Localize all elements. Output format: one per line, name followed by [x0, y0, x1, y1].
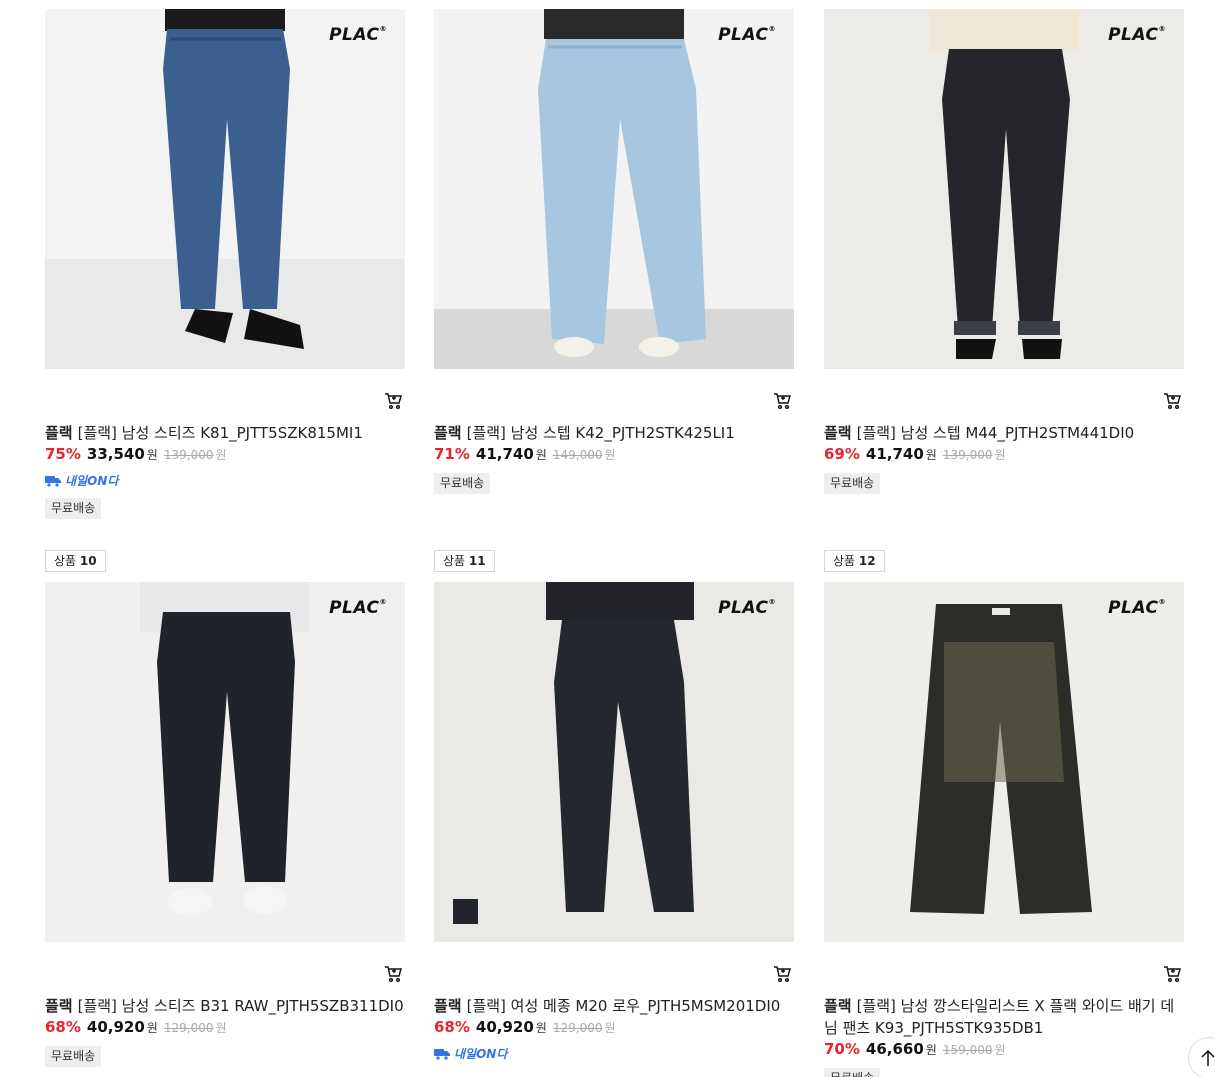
rank-badge: 상품 10	[45, 550, 106, 572]
color-swatch[interactable]	[453, 899, 478, 924]
cart-icon	[385, 393, 402, 409]
product-image[interactable]: PLAC®	[824, 582, 1184, 942]
product-image[interactable]: PLAC®	[45, 582, 405, 942]
rank-badge: 상품 12	[824, 550, 885, 572]
original-price: 129,000	[163, 1021, 214, 1035]
sale-price: 40,920	[86, 1018, 145, 1036]
original-price: 159,000	[942, 1043, 993, 1057]
free-shipping-badge: 무료배송	[824, 1068, 881, 1077]
product-card[interactable]: 상품 11 PLAC® 플랙 [플랙] 여성 메종 M20 로우_PJTH5MSM…	[434, 550, 794, 1061]
product-image[interactable]: PLAC®	[824, 9, 1184, 369]
product-title[interactable]: 플랙 [플랙] 여성 메종 M20 로우_PJTH5MSM201DI0	[434, 995, 794, 1017]
product-card[interactable]: 상품 10 PLAC® 플랙 [플랙] 남성 스티즈 B31 RAW_PJTH5S…	[45, 550, 405, 1067]
price-row: 68% 40,920 원 129,000 원	[45, 1018, 227, 1036]
product-image[interactable]: PLAC®	[434, 582, 794, 942]
original-price: 149,000	[552, 448, 603, 462]
rank-badge: 상품 11	[434, 550, 495, 572]
brand-logo: PLAC®	[1108, 25, 1166, 45]
product-card[interactable]: PLAC® 플랙 [플랙] 남성 스텝 M44_PJTH2STM441DI0 69…	[824, 9, 1184, 494]
original-price: 139,000	[942, 448, 993, 462]
product-image[interactable]: PLAC®	[434, 9, 794, 369]
discount-rate: 75%	[45, 445, 81, 463]
delivery-truck-icon	[45, 476, 61, 487]
brand-logo: PLAC®	[1108, 598, 1166, 618]
free-shipping-badge: 무료배송	[824, 473, 881, 494]
price-row: 71% 41,740 원 149,000 원	[434, 445, 616, 463]
brand-logo: PLAC®	[329, 598, 387, 618]
sale-price: 41,740	[475, 445, 534, 463]
product-title[interactable]: 플랙 [플랙] 남성 스티즈 B31 RAW_PJTH5SZB311DI0	[45, 995, 405, 1017]
original-price: 129,000	[552, 1021, 603, 1035]
free-shipping-badge: 무료배송	[45, 498, 102, 519]
brand-logo: PLAC®	[329, 25, 387, 45]
add-to-cart-button[interactable]	[772, 391, 792, 411]
cart-icon	[385, 966, 402, 982]
product-title[interactable]: 플랙 [플랙] 남성 스텝 K42_PJTH2STK425LI1	[434, 422, 794, 444]
discount-rate: 68%	[434, 1018, 470, 1036]
price-row: 70% 46,660 원 159,000 원	[824, 1040, 1006, 1058]
sale-price: 41,740	[865, 445, 924, 463]
tomorrow-delivery-badge: 내일ON다	[434, 1045, 507, 1062]
cart-icon	[774, 393, 791, 409]
arrow-up-icon	[1201, 1049, 1215, 1066]
add-to-cart-button[interactable]	[772, 964, 792, 984]
original-price: 139,000	[163, 448, 214, 462]
add-to-cart-button[interactable]	[383, 391, 403, 411]
cart-icon	[774, 966, 791, 982]
product-card[interactable]: PLAC® 플랙 [플랙] 남성 스텝 K42_PJTH2STK425LI1 71…	[434, 9, 794, 494]
brand-logo: PLAC®	[718, 25, 776, 45]
scroll-to-top-button[interactable]	[1188, 1037, 1215, 1077]
tomorrow-delivery-badge: 내일ON다	[45, 472, 118, 489]
add-to-cart-button[interactable]	[1162, 391, 1182, 411]
product-title[interactable]: 플랙 [플랙] 남성 깡스타일리스트 X 플랙 와이드 배기 데님 팬츠 K93_…	[824, 995, 1184, 1039]
free-shipping-badge: 무료배송	[45, 1046, 102, 1067]
price-row: 68% 40,920 원 129,000 원	[434, 1018, 616, 1036]
product-card[interactable]: PLAC® 플랙 [플랙] 남성 스티즈 K81_PJTT5SZK815MI1 7…	[45, 9, 405, 519]
discount-rate: 71%	[434, 445, 470, 463]
price-row: 69% 41,740 원 139,000 원	[824, 445, 1006, 463]
product-title[interactable]: 플랙 [플랙] 남성 스텝 M44_PJTH2STM441DI0	[824, 422, 1184, 444]
discount-rate: 70%	[824, 1040, 860, 1058]
brand-logo: PLAC®	[718, 598, 776, 618]
cart-icon	[1164, 393, 1181, 409]
sale-price: 33,540	[86, 445, 145, 463]
add-to-cart-button[interactable]	[1162, 964, 1182, 984]
product-image[interactable]: PLAC®	[45, 9, 405, 369]
product-card[interactable]: 상품 12 PLAC® 플랙 [플랙] 남성 깡스타일리스트 X 플랙 와이드 배…	[824, 550, 1184, 1077]
sale-price: 46,660	[865, 1040, 924, 1058]
cart-icon	[1164, 966, 1181, 982]
price-row: 75% 33,540 원 139,000 원	[45, 445, 227, 463]
add-to-cart-button[interactable]	[383, 964, 403, 984]
product-title[interactable]: 플랙 [플랙] 남성 스티즈 K81_PJTT5SZK815MI1	[45, 422, 405, 444]
discount-rate: 68%	[45, 1018, 81, 1036]
discount-rate: 69%	[824, 445, 860, 463]
delivery-truck-icon	[434, 1049, 450, 1060]
sale-price: 40,920	[475, 1018, 534, 1036]
free-shipping-badge: 무료배송	[434, 473, 491, 494]
